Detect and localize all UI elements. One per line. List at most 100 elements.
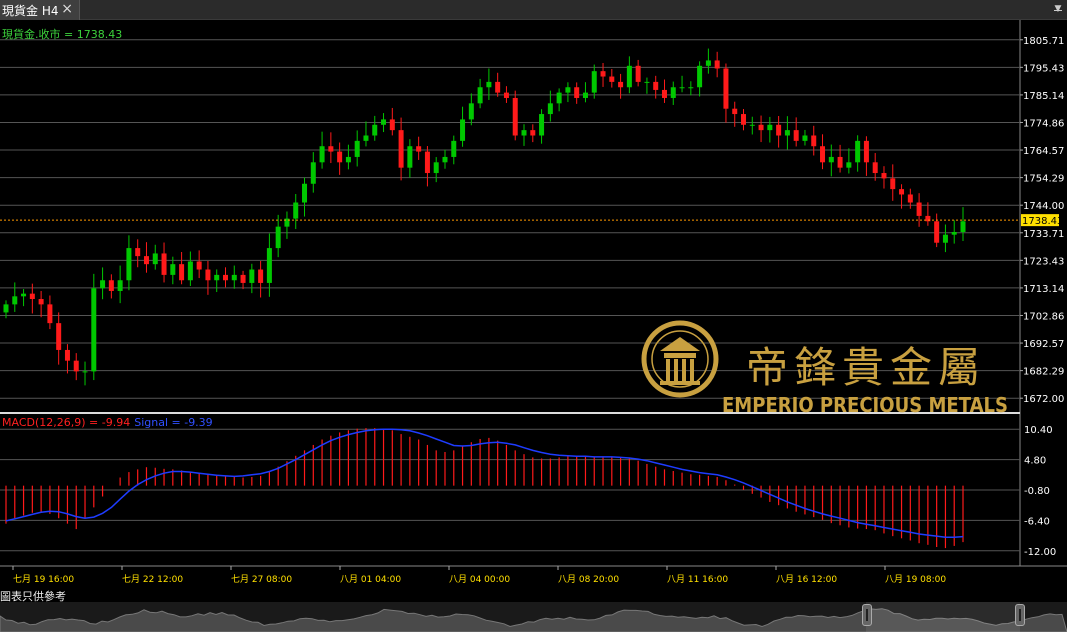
candle (416, 146, 422, 152)
price-tick-label: 1795.43 (1023, 63, 1064, 74)
candle (381, 119, 387, 125)
candle (100, 280, 106, 289)
candle (960, 221, 966, 233)
time-tick-label: 八月 08 20:00 (558, 574, 619, 585)
chart-window: 現貨金 H4 × ▼ 1805.71 1795.43 1785.14 1774.86 1… (0, 0, 1067, 632)
candle (460, 119, 466, 141)
candle (784, 130, 790, 136)
candle (890, 178, 896, 190)
time-tick-label: 七月 22 12:00 (122, 574, 183, 585)
logo-base-icon (660, 381, 700, 385)
tab-gold-h4[interactable]: 現貨金 H4 × (0, 0, 80, 20)
price-tick-label: 1713.14 (1023, 284, 1064, 295)
candle (679, 87, 685, 89)
candle (424, 151, 430, 174)
candle (872, 162, 878, 174)
candle (12, 296, 18, 305)
candle (503, 92, 509, 98)
price-tick-label: 1805.71 (1023, 36, 1064, 47)
tab-bar: 現貨金 H4 × ▼ (0, 0, 1067, 20)
price-chart[interactable]: 1805.71 1795.43 1785.14 1774.86 1764.57 1754.… (0, 20, 1067, 586)
candle (275, 226, 281, 249)
candle (741, 114, 747, 125)
candle (337, 151, 343, 163)
macd-value: MACD(12,26,9) = -9.94 (2, 416, 130, 429)
macd-tick-label: -6.40 (1024, 516, 1050, 527)
candle (828, 156, 834, 163)
candle (688, 87, 694, 89)
candle (205, 269, 211, 281)
candle (389, 119, 395, 131)
logo-roof-icon (660, 337, 700, 351)
candle (942, 234, 948, 243)
candle (635, 65, 641, 82)
candle (161, 253, 167, 275)
candle (477, 87, 483, 104)
candle (793, 130, 799, 141)
candle (609, 76, 615, 82)
scroll-handle-left[interactable] (862, 604, 872, 626)
candle (407, 146, 413, 168)
time-tick-label: 八月 04 00:00 (449, 574, 510, 585)
candle (776, 124, 782, 136)
candle (574, 87, 580, 98)
candle (82, 371, 88, 373)
candle (170, 264, 176, 275)
time-tick-label: 八月 11 16:00 (667, 574, 728, 585)
chart-scrollbar[interactable] (0, 602, 1067, 632)
candle (117, 280, 123, 291)
candle (723, 68, 729, 109)
watermark-chinese: 帝鋒貴金屬 (746, 343, 986, 392)
tab-title: 現貨金 H4 (2, 3, 59, 18)
candle (231, 274, 237, 281)
grid-lines (0, 20, 1067, 567)
candle (653, 81, 659, 90)
candle (705, 60, 711, 66)
candle (38, 299, 44, 305)
candle (56, 323, 62, 350)
candle (820, 146, 826, 163)
price-tick-label: 1682.29 (1023, 367, 1064, 378)
candle (196, 261, 202, 270)
candle (697, 65, 703, 88)
price-tick-label: 1764.57 (1023, 146, 1064, 157)
price-tick-label: 1785.14 (1023, 91, 1064, 102)
candle (512, 97, 518, 136)
logo-pillar-icon (674, 359, 678, 381)
candle (556, 92, 562, 104)
candle (899, 189, 905, 195)
candle (293, 202, 299, 219)
candle (21, 293, 27, 297)
candle (530, 130, 536, 136)
macd-label: MACD(12,26,9) = -9.94 Signal = -9.39 (2, 416, 213, 429)
candle (863, 140, 869, 163)
close-icon[interactable]: × (61, 1, 73, 17)
candle (64, 349, 70, 361)
candle (618, 81, 624, 88)
chevron-down-icon[interactable]: ▼ (1052, 2, 1064, 16)
scroll-handle-right[interactable] (1015, 604, 1025, 626)
candle (951, 232, 957, 235)
macd-signal-line (5, 428, 964, 538)
macd-panel (5, 428, 964, 549)
macd-tick-label: -0.80 (1024, 486, 1050, 497)
candle (214, 274, 220, 281)
time-tick-label: 八月 19 08:00 (885, 574, 946, 585)
time-tick-label: 七月 19 16:00 (13, 574, 74, 585)
price-tick-label: 1744.00 (1023, 201, 1064, 212)
price-tick-label: 1692.57 (1023, 339, 1064, 350)
candle (91, 288, 97, 372)
candle (354, 140, 360, 157)
price-axis: 1805.71 1795.43 1785.14 1774.86 1764.57 1754.… (1020, 36, 1064, 558)
candle (846, 162, 852, 168)
candle (135, 248, 141, 257)
watermark-english: EMPERIO PRECIOUS METALS (722, 393, 1008, 417)
candle (714, 60, 720, 69)
candle (907, 194, 913, 203)
overview-area (0, 602, 1067, 632)
candle (837, 156, 843, 168)
logo-pillar-icon (682, 359, 686, 381)
candle (47, 304, 53, 324)
price-tick-label: 1672.00 (1023, 394, 1064, 405)
candle (600, 71, 606, 77)
